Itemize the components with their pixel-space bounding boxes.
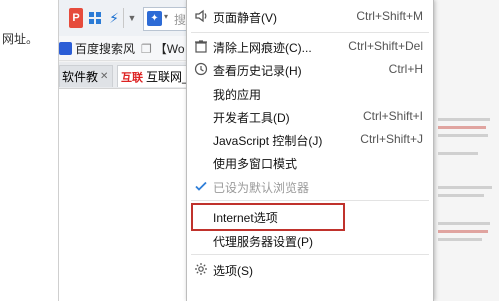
menu-separator xyxy=(191,254,429,255)
menu-separator xyxy=(191,200,429,201)
tab[interactable]: 互联 互联网_ xyxy=(117,65,189,87)
favorite-item[interactable]: ❐ 【Wo xyxy=(141,40,185,57)
paw-icon xyxy=(59,42,72,55)
tab[interactable]: 软件教 ✕ xyxy=(59,65,113,87)
text-line xyxy=(438,118,490,121)
search-engine-icon[interactable]: ✦ xyxy=(147,11,162,26)
clear-icon xyxy=(193,38,209,54)
favorites-bar: 百度搜索风 ❐ 【Wo xyxy=(59,36,189,61)
menu-item-clear-traces[interactable]: 清除上网痕迹(C)... Ctrl+Shift+Del xyxy=(187,35,433,57)
menu-item-label: JavaScript 控制台(J) xyxy=(213,134,323,148)
favorite-item[interactable]: 百度搜索风 xyxy=(59,40,135,57)
browser-window: P ⚡ ▼ ✦ ▾ 搜 百度搜索风 ❐ 【Wo 软件教 ✕ 互联 互联网_ xyxy=(58,0,190,301)
favorite-label: 【Wo xyxy=(154,42,185,56)
menu-item-options[interactable]: 选项(S) xyxy=(187,258,433,280)
menu-item-label: 页面静音(V) xyxy=(213,11,277,25)
tab-label: 互联网_ xyxy=(146,70,189,84)
menu-item-shortcut: Ctrl+Shift+J xyxy=(360,132,423,146)
menu-item-label: 我的应用 xyxy=(213,88,262,102)
close-icon[interactable]: ✕ xyxy=(100,71,108,82)
menu-item-shortcut: Ctrl+Shift+I xyxy=(362,109,423,123)
caret-down-icon[interactable]: ▾ xyxy=(164,12,168,21)
tab-strip: 软件教 ✕ 互联 互联网_ xyxy=(59,62,189,89)
menu-item-history[interactable]: 查看历史记录(H) Ctrl+H xyxy=(187,58,433,80)
menu-separator xyxy=(191,32,429,33)
text-line xyxy=(438,230,488,233)
background-text: 网址。 xyxy=(2,32,39,46)
page-content xyxy=(59,89,189,301)
menu-item-label: 查看历史记录(H) xyxy=(213,64,302,78)
menu-item-label: 开发者工具(D) xyxy=(213,111,290,125)
menu-item-js-console[interactable]: JavaScript 控制台(J) Ctrl+Shift+J xyxy=(187,128,433,150)
menu-item-multi-window[interactable]: 使用多窗口模式 xyxy=(187,151,433,173)
text-line xyxy=(438,186,492,189)
page-icon: ❐ xyxy=(141,41,152,56)
menu-item-label: 清除上网痕迹(C)... xyxy=(213,41,312,55)
menu-item-label: 选项(S) xyxy=(213,264,253,278)
p-icon[interactable]: P xyxy=(69,8,83,28)
menu-item-proxy-settings[interactable]: 代理服务器设置(P) xyxy=(187,229,433,251)
text-line xyxy=(438,222,490,225)
text-line xyxy=(438,238,482,241)
menu-item-shortcut: Ctrl+Shift+Del xyxy=(348,39,423,53)
tab-label: 软件教 xyxy=(62,70,99,84)
menu-item-default-browser: 已设为默认浏览器 xyxy=(187,175,433,197)
search-input[interactable]: ✦ ▾ 搜 xyxy=(143,7,190,31)
menu-item-label: 代理服务器设置(P) xyxy=(213,235,313,249)
menu-item-my-apps[interactable]: 我的应用 xyxy=(187,82,433,104)
text-line xyxy=(438,134,488,137)
background-page-left: 网址。 xyxy=(0,0,60,301)
chevron-down-icon[interactable]: ▼ xyxy=(123,8,140,28)
text-line xyxy=(438,152,478,155)
menu-item-dev-tools[interactable]: 开发者工具(D) Ctrl+Shift+I xyxy=(187,105,433,127)
site-icon: 互联 xyxy=(121,71,143,84)
background-page-right xyxy=(432,0,499,301)
highlight-box xyxy=(191,203,345,231)
text-line xyxy=(438,126,486,129)
speaker-icon xyxy=(193,8,209,24)
search-placeholder: 搜 xyxy=(174,13,187,27)
favorite-label: 百度搜索风 xyxy=(75,42,136,56)
browser-menu: 页面静音(V) Ctrl+Shift+M 清除上网痕迹(C)... Ctrl+S… xyxy=(186,0,434,301)
grid-icon[interactable] xyxy=(87,8,103,28)
menu-item-shortcut: Ctrl+Shift+M xyxy=(356,9,423,23)
lightning-icon[interactable]: ⚡ xyxy=(107,8,121,28)
menu-item-label: 已设为默认浏览器 xyxy=(213,181,310,195)
checkmark-icon xyxy=(193,178,209,194)
menu-item-label: 使用多窗口模式 xyxy=(213,157,298,171)
gear-icon xyxy=(193,261,209,277)
history-icon xyxy=(193,61,209,77)
menu-item-mute[interactable]: 页面静音(V) Ctrl+Shift+M xyxy=(187,5,433,27)
text-line xyxy=(438,194,484,197)
menu-item-shortcut: Ctrl+H xyxy=(388,62,423,76)
toolbar: P ⚡ ▼ ✦ ▾ 搜 xyxy=(59,0,190,37)
